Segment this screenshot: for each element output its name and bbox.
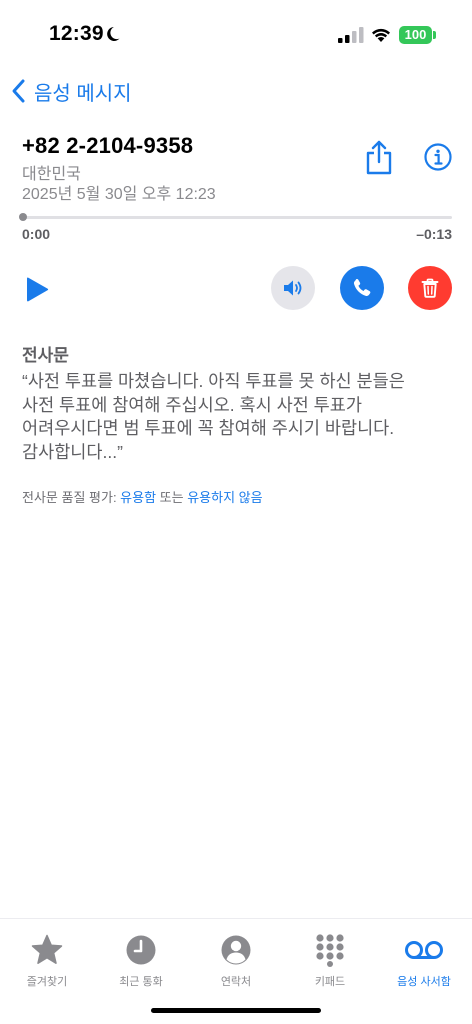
elapsed-time: 0:00: [22, 226, 51, 242]
voicemail-icon: [405, 941, 443, 959]
trash-icon: [421, 278, 439, 298]
tab-keypad[interactable]: 키패드: [290, 933, 370, 989]
tab-label: 키패드: [314, 976, 346, 988]
person-icon: [221, 935, 251, 965]
star-icon: [31, 934, 63, 964]
info-icon[interactable]: [424, 143, 452, 171]
scrubber-knob[interactable]: [19, 213, 27, 221]
rating-useful-link[interactable]: 유용함: [120, 490, 156, 505]
tab-favorites[interactable]: 즐겨찾기: [7, 933, 87, 989]
home-indicator: [151, 1008, 321, 1013]
back-button[interactable]: 음성 메시지: [10, 76, 132, 106]
caller-number: +82 2-2104-9358: [22, 133, 194, 158]
tab-label: 즐겨찾기: [26, 976, 68, 988]
play-icon[interactable]: [24, 276, 50, 304]
battery-nub: [433, 31, 436, 39]
rating-or: 또는: [156, 490, 188, 505]
playback-scrubber[interactable]: [22, 216, 452, 219]
rating-prefix: 전사문 품질 평가:: [22, 490, 121, 505]
tab-contacts[interactable]: 연락처: [196, 933, 276, 989]
cellular-signal-icon: [338, 27, 364, 43]
moon-icon: [107, 27, 120, 41]
speaker-button[interactable]: [271, 266, 315, 310]
transcript-text: “사전 투표를 마쳤습니다. 아직 투표를 못 하신 분들은 사전 투표에 참여…: [22, 371, 405, 462]
transcript-title: 전사문: [22, 346, 69, 365]
transcript-rating: 전사문 품질 평가: 유용함 또는 유용하지 않음: [22, 487, 263, 506]
status-bar: 12:39 100: [0, 0, 472, 70]
clock-icon: [126, 935, 156, 965]
speaker-icon: [284, 280, 302, 296]
tab-recents[interactable]: 최근 통화: [101, 933, 181, 989]
rating-not-useful-link[interactable]: 유용하지 않음: [187, 490, 262, 505]
tab-label: 최근 통화: [119, 976, 163, 988]
phone-icon: [353, 278, 371, 297]
tab-label: 음성 사서함: [397, 976, 451, 988]
message-datetime: 2025년 5월 30일 오후 12:23: [22, 186, 216, 203]
battery-indicator: 100: [399, 26, 432, 44]
chevron-left-icon: [12, 79, 25, 103]
call-back-button[interactable]: [340, 266, 384, 310]
back-label: 음성 메시지: [34, 82, 132, 105]
remaining-time: –0:13: [416, 226, 452, 242]
tab-label: 연락처: [220, 976, 252, 988]
share-icon[interactable]: [364, 140, 394, 176]
wifi-icon: [372, 28, 390, 42]
keypad-icon: [316, 934, 344, 967]
status-time: 12:39: [49, 22, 104, 45]
tab-voicemail[interactable]: 음성 사서함: [384, 933, 464, 989]
delete-button[interactable]: [408, 266, 452, 310]
